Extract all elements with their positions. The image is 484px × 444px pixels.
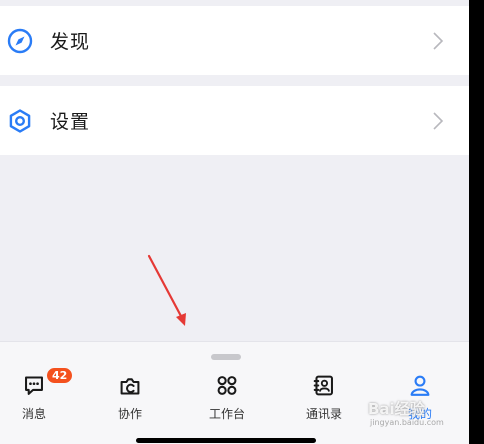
bottom-tab-bar: 消息 42 协作 工作台 通讯录 我的 bbox=[0, 341, 469, 444]
app-screen: 发现 设置 消息 42 协作 工作台 通讯录 我的 Bai经验 jingyan.… bbox=[0, 0, 469, 444]
gear-icon bbox=[9, 108, 31, 133]
watermark-logo: Bai经验 bbox=[368, 400, 425, 418]
unread-badge: 42 bbox=[45, 366, 75, 385]
workbench-icon bbox=[217, 376, 237, 395]
chevron-right-icon bbox=[433, 111, 444, 130]
watermark-url: jingyan.baidu.com bbox=[370, 418, 444, 427]
tab-contacts-label: 通讯录 bbox=[305, 407, 342, 421]
menu-item-settings-label: 设置 bbox=[50, 111, 91, 133]
contacts-icon bbox=[313, 375, 333, 396]
menu-item-settings[interactable]: 设置 bbox=[0, 86, 469, 155]
compass-icon bbox=[7, 28, 33, 53]
user-icon bbox=[410, 375, 430, 396]
tab-workbench-label: 工作台 bbox=[208, 407, 245, 421]
home-indicator[interactable] bbox=[136, 438, 316, 443]
drag-handle[interactable] bbox=[211, 354, 241, 360]
tab-collaboration-label: 协作 bbox=[117, 407, 142, 421]
tab-workbench[interactable]: 工作台 bbox=[187, 372, 267, 422]
chevron-right-icon bbox=[433, 31, 444, 50]
tab-collaboration[interactable]: 协作 bbox=[90, 372, 170, 422]
menu-item-discover-label: 发现 bbox=[50, 31, 91, 53]
tab-messages-label: 消息 bbox=[21, 407, 46, 421]
collaboration-icon bbox=[120, 378, 140, 395]
message-icon bbox=[25, 376, 43, 395]
tab-contacts[interactable]: 通讯录 bbox=[284, 372, 364, 422]
menu-item-discover[interactable]: 发现 bbox=[0, 6, 469, 75]
